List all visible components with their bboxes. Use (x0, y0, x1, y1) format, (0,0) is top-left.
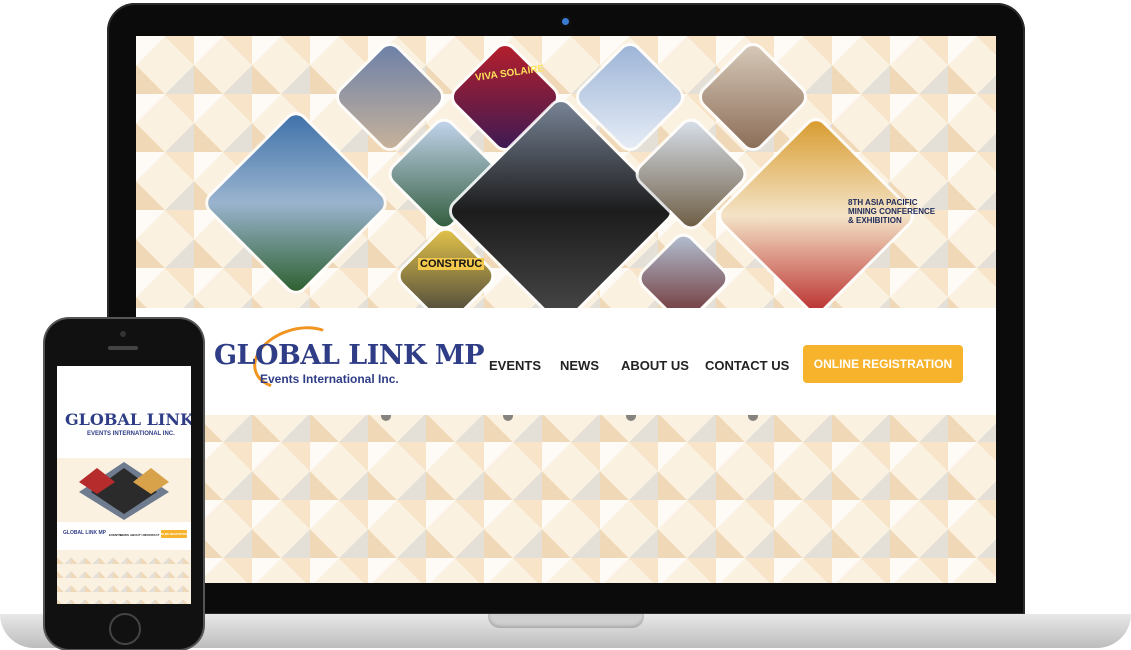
phone-speaker (108, 346, 138, 350)
mobile-nav-about[interactable]: ABOUT US (130, 533, 146, 537)
hero-sign-construc: CONSTRUC (418, 258, 485, 270)
slider-dot[interactable] (381, 415, 391, 421)
nav-about-us[interactable]: ABOUT US (621, 358, 689, 373)
laptop-camera-icon (562, 18, 569, 25)
hero-sign-mining-conference: 8TH ASIA PACIFIC MINING CONFERENCE & EXH… (848, 198, 936, 225)
mobile-background-pattern (57, 550, 191, 604)
mobile-collage-graphic (79, 462, 169, 520)
logo-subtitle: Events International Inc. (260, 372, 399, 386)
mobile-screen: GLOBAL LINK MP EVENTS INTERNATIONAL INC.… (57, 366, 191, 604)
nav-events[interactable]: EVENTS (489, 358, 541, 373)
laptop-base-notch (488, 614, 644, 628)
slider-dot[interactable] (503, 415, 513, 421)
nav-news[interactable]: NEWS (560, 358, 599, 373)
mobile-site-header: GLOBAL LINK MP EVENTS NEWS ABOUT US CONT… (57, 522, 191, 550)
nav-contact-us[interactable]: CONTACT US (705, 358, 789, 373)
phone-home-button[interactable] (109, 613, 141, 645)
slider-indicators (136, 415, 996, 425)
phone-frame: GLOBAL LINK MP EVENTS INTERNATIONAL INC.… (45, 319, 203, 649)
site-logo[interactable]: GLOBAL LINK MP Events International Inc. (214, 315, 485, 401)
online-registration-button[interactable]: ONLINE REGISTRATION (803, 345, 963, 383)
phone-camera-icon (120, 331, 126, 337)
mobile-logo-subtitle: EVENTS INTERNATIONAL INC. (87, 431, 175, 437)
mobile-registration-button[interactable]: ONLINE REGISTRATION (161, 530, 187, 538)
mobile-nav-contact[interactable]: CONTACT (145, 533, 159, 537)
desktop-screen: GLOBAL LINK MP Events International Inc.… (136, 36, 996, 583)
slider-dot[interactable] (748, 415, 758, 421)
logo-title: GLOBAL LINK MP (214, 340, 485, 371)
mobile-logo-title: GLOBAL LINK MP (65, 410, 191, 429)
hero-photo-tile (204, 111, 388, 295)
slider-dot[interactable] (626, 415, 636, 421)
mobile-hero-collage (57, 458, 191, 522)
hero-photo-collage (136, 36, 996, 326)
site-header: GLOBAL LINK MP Events International Inc.… (136, 308, 996, 415)
mobile-header-logo[interactable]: GLOBAL LINK MP (63, 530, 106, 536)
mobile-nav-news[interactable]: NEWS (120, 533, 129, 537)
hero-photo-tile (697, 41, 809, 153)
